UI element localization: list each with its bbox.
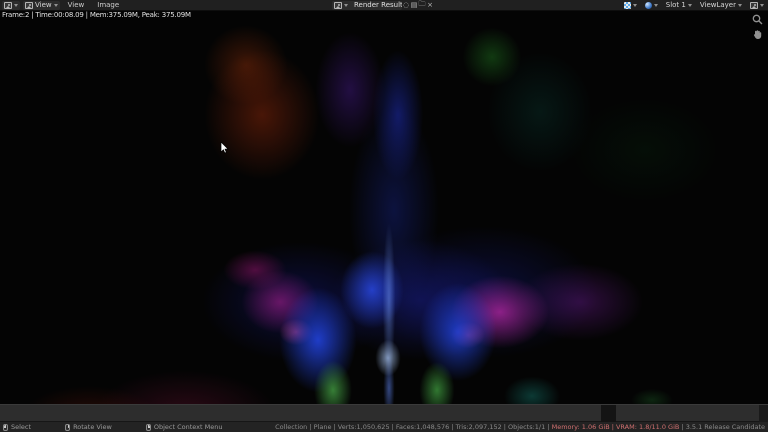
chevron-down-icon <box>654 4 658 7</box>
view-mode-icon <box>25 2 33 9</box>
view-layer-dropdown[interactable]: ViewLayer <box>698 1 744 10</box>
mode-dropdown[interactable]: View <box>23 1 60 10</box>
chevron-down-icon <box>14 4 18 7</box>
sphere-icon <box>645 2 652 9</box>
bottom-editor-strip[interactable] <box>0 404 768 422</box>
open-image-icon[interactable]: 🗀 <box>418 1 426 10</box>
strip-divider <box>601 405 616 423</box>
pan-hand-icon[interactable] <box>752 29 763 40</box>
chevron-down-icon <box>344 4 348 7</box>
render-result-image[interactable]: Frame:2 | Time:00:08.09 | Mem:375.09M, P… <box>0 0 768 432</box>
display-channels-button[interactable] <box>622 1 639 10</box>
scene-stats-text: Collection | Plane | Verts:1,050,625 | F… <box>275 423 551 431</box>
color-alpha-checkerboard-icon <box>624 2 631 9</box>
image-name-field[interactable]: Render Result <box>350 1 402 10</box>
chevron-down-icon <box>54 4 58 7</box>
mouse-middle-button-icon <box>65 424 70 431</box>
status-bar: Select Rotate View Object Context Menu C… <box>0 422 768 432</box>
image-editor-header: View View Image Render Result ◌ ▤ 🗀 × <box>0 0 768 11</box>
hint-context-menu-label: Object Context Menu <box>154 423 223 431</box>
chevron-down-icon <box>760 4 764 7</box>
render-slot-dropdown[interactable]: Slot 1 <box>664 1 694 10</box>
mouse-right-button-icon <box>146 424 151 431</box>
render-pass-button[interactable] <box>748 1 766 10</box>
mouse-left-button-icon <box>3 424 8 431</box>
view-transform-button[interactable] <box>643 1 660 10</box>
render-slot-label: Slot 1 <box>666 1 686 9</box>
image-editor-icon <box>4 2 12 9</box>
scene-statistics: Collection | Plane | Verts:1,050,625 | F… <box>275 423 765 431</box>
viewport-nav-gizmos <box>751 14 763 40</box>
strip-edge <box>759 405 768 423</box>
fake-user-icon[interactable]: ◌ <box>402 1 410 10</box>
render-pass-icon <box>750 2 758 9</box>
version-text: | 3.5.1 Release Candidate <box>679 423 765 431</box>
chevron-down-icon <box>738 4 742 7</box>
new-image-icon[interactable]: ▤ <box>410 1 418 10</box>
hint-select: Select <box>3 423 31 431</box>
memory-stat: Memory: 1.06 GiB <box>552 423 610 431</box>
hint-select-label: Select <box>11 423 31 431</box>
mouse-cursor <box>220 142 229 155</box>
chevron-down-icon <box>688 4 692 7</box>
hint-context-menu: Object Context Menu <box>146 423 223 431</box>
menu-image[interactable]: Image <box>92 1 124 9</box>
browse-image-button[interactable] <box>332 1 350 10</box>
chevron-down-icon <box>633 4 637 7</box>
view-layer-label: ViewLayer <box>700 1 736 9</box>
unlink-icon[interactable]: × <box>426 1 434 10</box>
menu-view[interactable]: View <box>63 1 90 9</box>
editor-type-button[interactable] <box>2 1 20 10</box>
render-stats-text: Frame:2 | Time:00:08.09 | Mem:375.09M, P… <box>2 11 191 19</box>
browse-image-icon <box>334 2 342 9</box>
zoom-icon[interactable] <box>752 14 763 25</box>
mode-dropdown-label: View <box>35 1 52 9</box>
hint-rotate-view-label: Rotate View <box>73 423 112 431</box>
hint-rotate-view: Rotate View <box>65 423 112 431</box>
vram-stat: VRAM: 1.8/11.0 GiB <box>616 423 679 431</box>
blender-render-window: Frame:2 | Time:00:08.09 | Mem:375.09M, P… <box>0 0 768 432</box>
